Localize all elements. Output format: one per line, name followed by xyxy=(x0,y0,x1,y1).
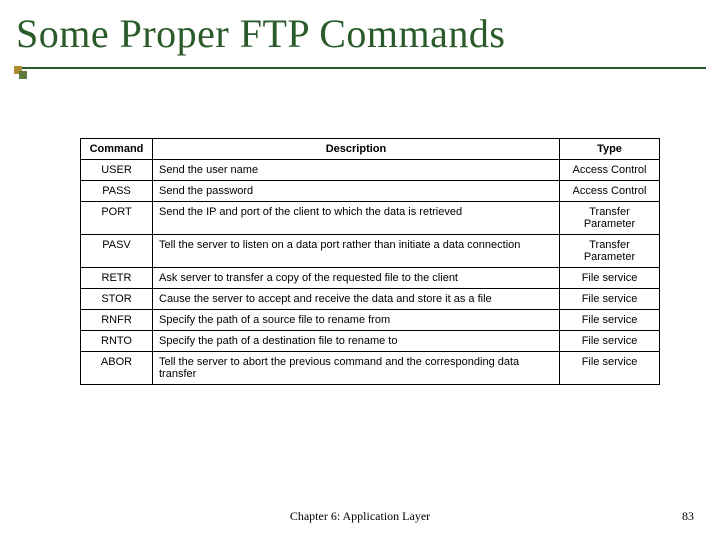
page-number: 83 xyxy=(682,509,694,524)
slide: Some Proper FTP Commands Command Descrip… xyxy=(0,0,720,540)
table-row: STOR Cause the server to accept and rece… xyxy=(81,289,660,310)
cell-description: Send the IP and port of the client to wh… xyxy=(153,202,560,235)
cell-type: File service xyxy=(560,331,660,352)
title-wrap: Some Proper FTP Commands xyxy=(14,6,706,69)
cell-description: Specify the path of a source file to ren… xyxy=(153,310,560,331)
cell-description: Specify the path of a destination file t… xyxy=(153,331,560,352)
cell-type: File service xyxy=(560,268,660,289)
cell-command: RETR xyxy=(81,268,153,289)
commands-table-wrap: Command Description Type USER Send the u… xyxy=(80,138,660,385)
cell-description: Send the password xyxy=(153,181,560,202)
cell-type: Access Control xyxy=(560,160,660,181)
cell-command: PASV xyxy=(81,235,153,268)
table-row: PASV Tell the server to listen on a data… xyxy=(81,235,660,268)
cell-type: Transfer Parameter xyxy=(560,202,660,235)
cell-description: Cause the server to accept and receive t… xyxy=(153,289,560,310)
table-row: USER Send the user name Access Control xyxy=(81,160,660,181)
cell-type: File service xyxy=(560,352,660,385)
cell-description: Ask server to transfer a copy of the req… xyxy=(153,268,560,289)
table-row: PORT Send the IP and port of the client … xyxy=(81,202,660,235)
cell-type: Transfer Parameter xyxy=(560,235,660,268)
commands-table: Command Description Type USER Send the u… xyxy=(80,138,660,385)
cell-command: STOR xyxy=(81,289,153,310)
cell-command: PASS xyxy=(81,181,153,202)
table-row: RNFR Specify the path of a source file t… xyxy=(81,310,660,331)
table-row: RNTO Specify the path of a destination f… xyxy=(81,331,660,352)
cell-description: Send the user name xyxy=(153,160,560,181)
cell-type: Access Control xyxy=(560,181,660,202)
table-row: PASS Send the password Access Control xyxy=(81,181,660,202)
cell-type: File service xyxy=(560,289,660,310)
table-row: ABOR Tell the server to abort the previo… xyxy=(81,352,660,385)
title-ornament-icon xyxy=(14,66,26,78)
col-header-description: Description xyxy=(153,139,560,160)
cell-command: PORT xyxy=(81,202,153,235)
cell-command: ABOR xyxy=(81,352,153,385)
slide-title: Some Proper FTP Commands xyxy=(14,6,706,67)
table-header-row: Command Description Type xyxy=(81,139,660,160)
cell-command: RNFR xyxy=(81,310,153,331)
col-header-command: Command xyxy=(81,139,153,160)
cell-command: RNTO xyxy=(81,331,153,352)
cell-type: File service xyxy=(560,310,660,331)
col-header-type: Type xyxy=(560,139,660,160)
cell-description: Tell the server to abort the previous co… xyxy=(153,352,560,385)
table-row: RETR Ask server to transfer a copy of th… xyxy=(81,268,660,289)
cell-description: Tell the server to listen on a data port… xyxy=(153,235,560,268)
cell-command: USER xyxy=(81,160,153,181)
footer-text: Chapter 6: Application Layer xyxy=(0,509,720,524)
